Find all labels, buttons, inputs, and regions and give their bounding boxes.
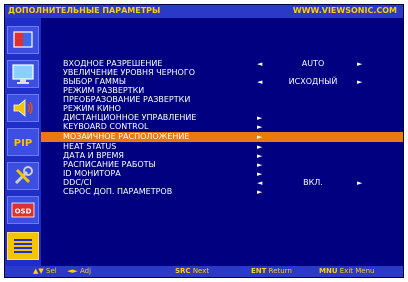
sidebar-item-advanced[interactable] bbox=[7, 232, 39, 260]
pip-icon: PIP bbox=[14, 138, 32, 149]
sidebar-item-osd[interactable]: OSD bbox=[7, 196, 39, 224]
menu-item-label: СБРОС ДОП. ПАРАМЕТРОВ bbox=[63, 187, 173, 196]
up-down-arrows-icon: ▲▼ bbox=[33, 267, 44, 275]
menu-item-label: МОЗАИЧНОЕ РАСПОЛОЖЕНИЕ bbox=[63, 132, 190, 141]
menu-title: ДОПОЛНИТЕЛЬНЫЕ ПАРАМЕТРЫ bbox=[8, 6, 161, 15]
hint-next: SRC Next bbox=[175, 267, 210, 275]
src-key-label: SRC bbox=[175, 267, 191, 275]
submenu-arrow-icon[interactable]: ► bbox=[257, 132, 262, 142]
mnu-key-label: MNU bbox=[319, 267, 338, 275]
website-label: WWW.VIEWSONIC.COM bbox=[292, 6, 397, 15]
sidebar-item-audio[interactable] bbox=[7, 94, 39, 122]
monitor-icon bbox=[12, 64, 34, 84]
hint-select: ▲▼ Sel bbox=[33, 267, 57, 275]
hint-adjust: ◄► Adj bbox=[67, 267, 92, 275]
sidebar: PIP OSD bbox=[5, 18, 41, 266]
osd-icon: OSD bbox=[11, 202, 35, 218]
sidebar-item-tools[interactable] bbox=[7, 162, 39, 190]
ent-key-label: ENT bbox=[251, 267, 267, 275]
submenu-arrow-icon[interactable]: ► bbox=[257, 187, 262, 197]
title-bar: ДОПОЛНИТЕЛЬНЫЕ ПАРАМЕТРЫ WWW.VIEWSONIC.C… bbox=[5, 5, 403, 18]
submenu-arrow-icon[interactable]: ► bbox=[257, 122, 262, 132]
sidebar-item-monitor[interactable] bbox=[7, 60, 39, 88]
menu-item-tiling[interactable]: МОЗАИЧНОЕ РАСПОЛОЖЕНИЕ ► bbox=[41, 132, 403, 142]
menu-item-label: KEYBOARD CONTROL bbox=[63, 122, 149, 131]
sidebar-item-picture[interactable] bbox=[7, 26, 39, 54]
menu-item-reset-advanced[interactable]: СБРОС ДОП. ПАРАМЕТРОВ ► bbox=[41, 187, 403, 197]
menu-item-keyboard-control[interactable]: KEYBOARD CONTROL ► bbox=[41, 122, 403, 132]
tools-icon bbox=[14, 166, 33, 185]
advanced-menu-icon bbox=[14, 239, 32, 253]
svg-text:OSD: OSD bbox=[15, 208, 32, 216]
footer-hint-bar: ▲▼ Sel ◄► Adj SRC Next ENT Return MNU Ex… bbox=[5, 266, 403, 277]
picture-icon bbox=[13, 31, 33, 48]
osd-window: ДОПОЛНИТЕЛЬНЫЕ ПАРАМЕТРЫ WWW.VIEWSONIC.C… bbox=[4, 4, 404, 278]
menu-list: ВХОДНОЕ РАЗРЕШЕНИЕ ◄ AUTO ► УВЕЛИЧЕНИЕ У… bbox=[41, 18, 403, 266]
sidebar-item-pip[interactable]: PIP bbox=[7, 128, 39, 156]
hint-exit-menu: MNU Exit Menu bbox=[319, 267, 375, 275]
hint-return: ENT Return bbox=[251, 267, 292, 275]
left-right-arrows-icon: ◄► bbox=[67, 267, 78, 275]
audio-icon bbox=[13, 99, 33, 117]
svg-text:PIP: PIP bbox=[14, 138, 32, 149]
